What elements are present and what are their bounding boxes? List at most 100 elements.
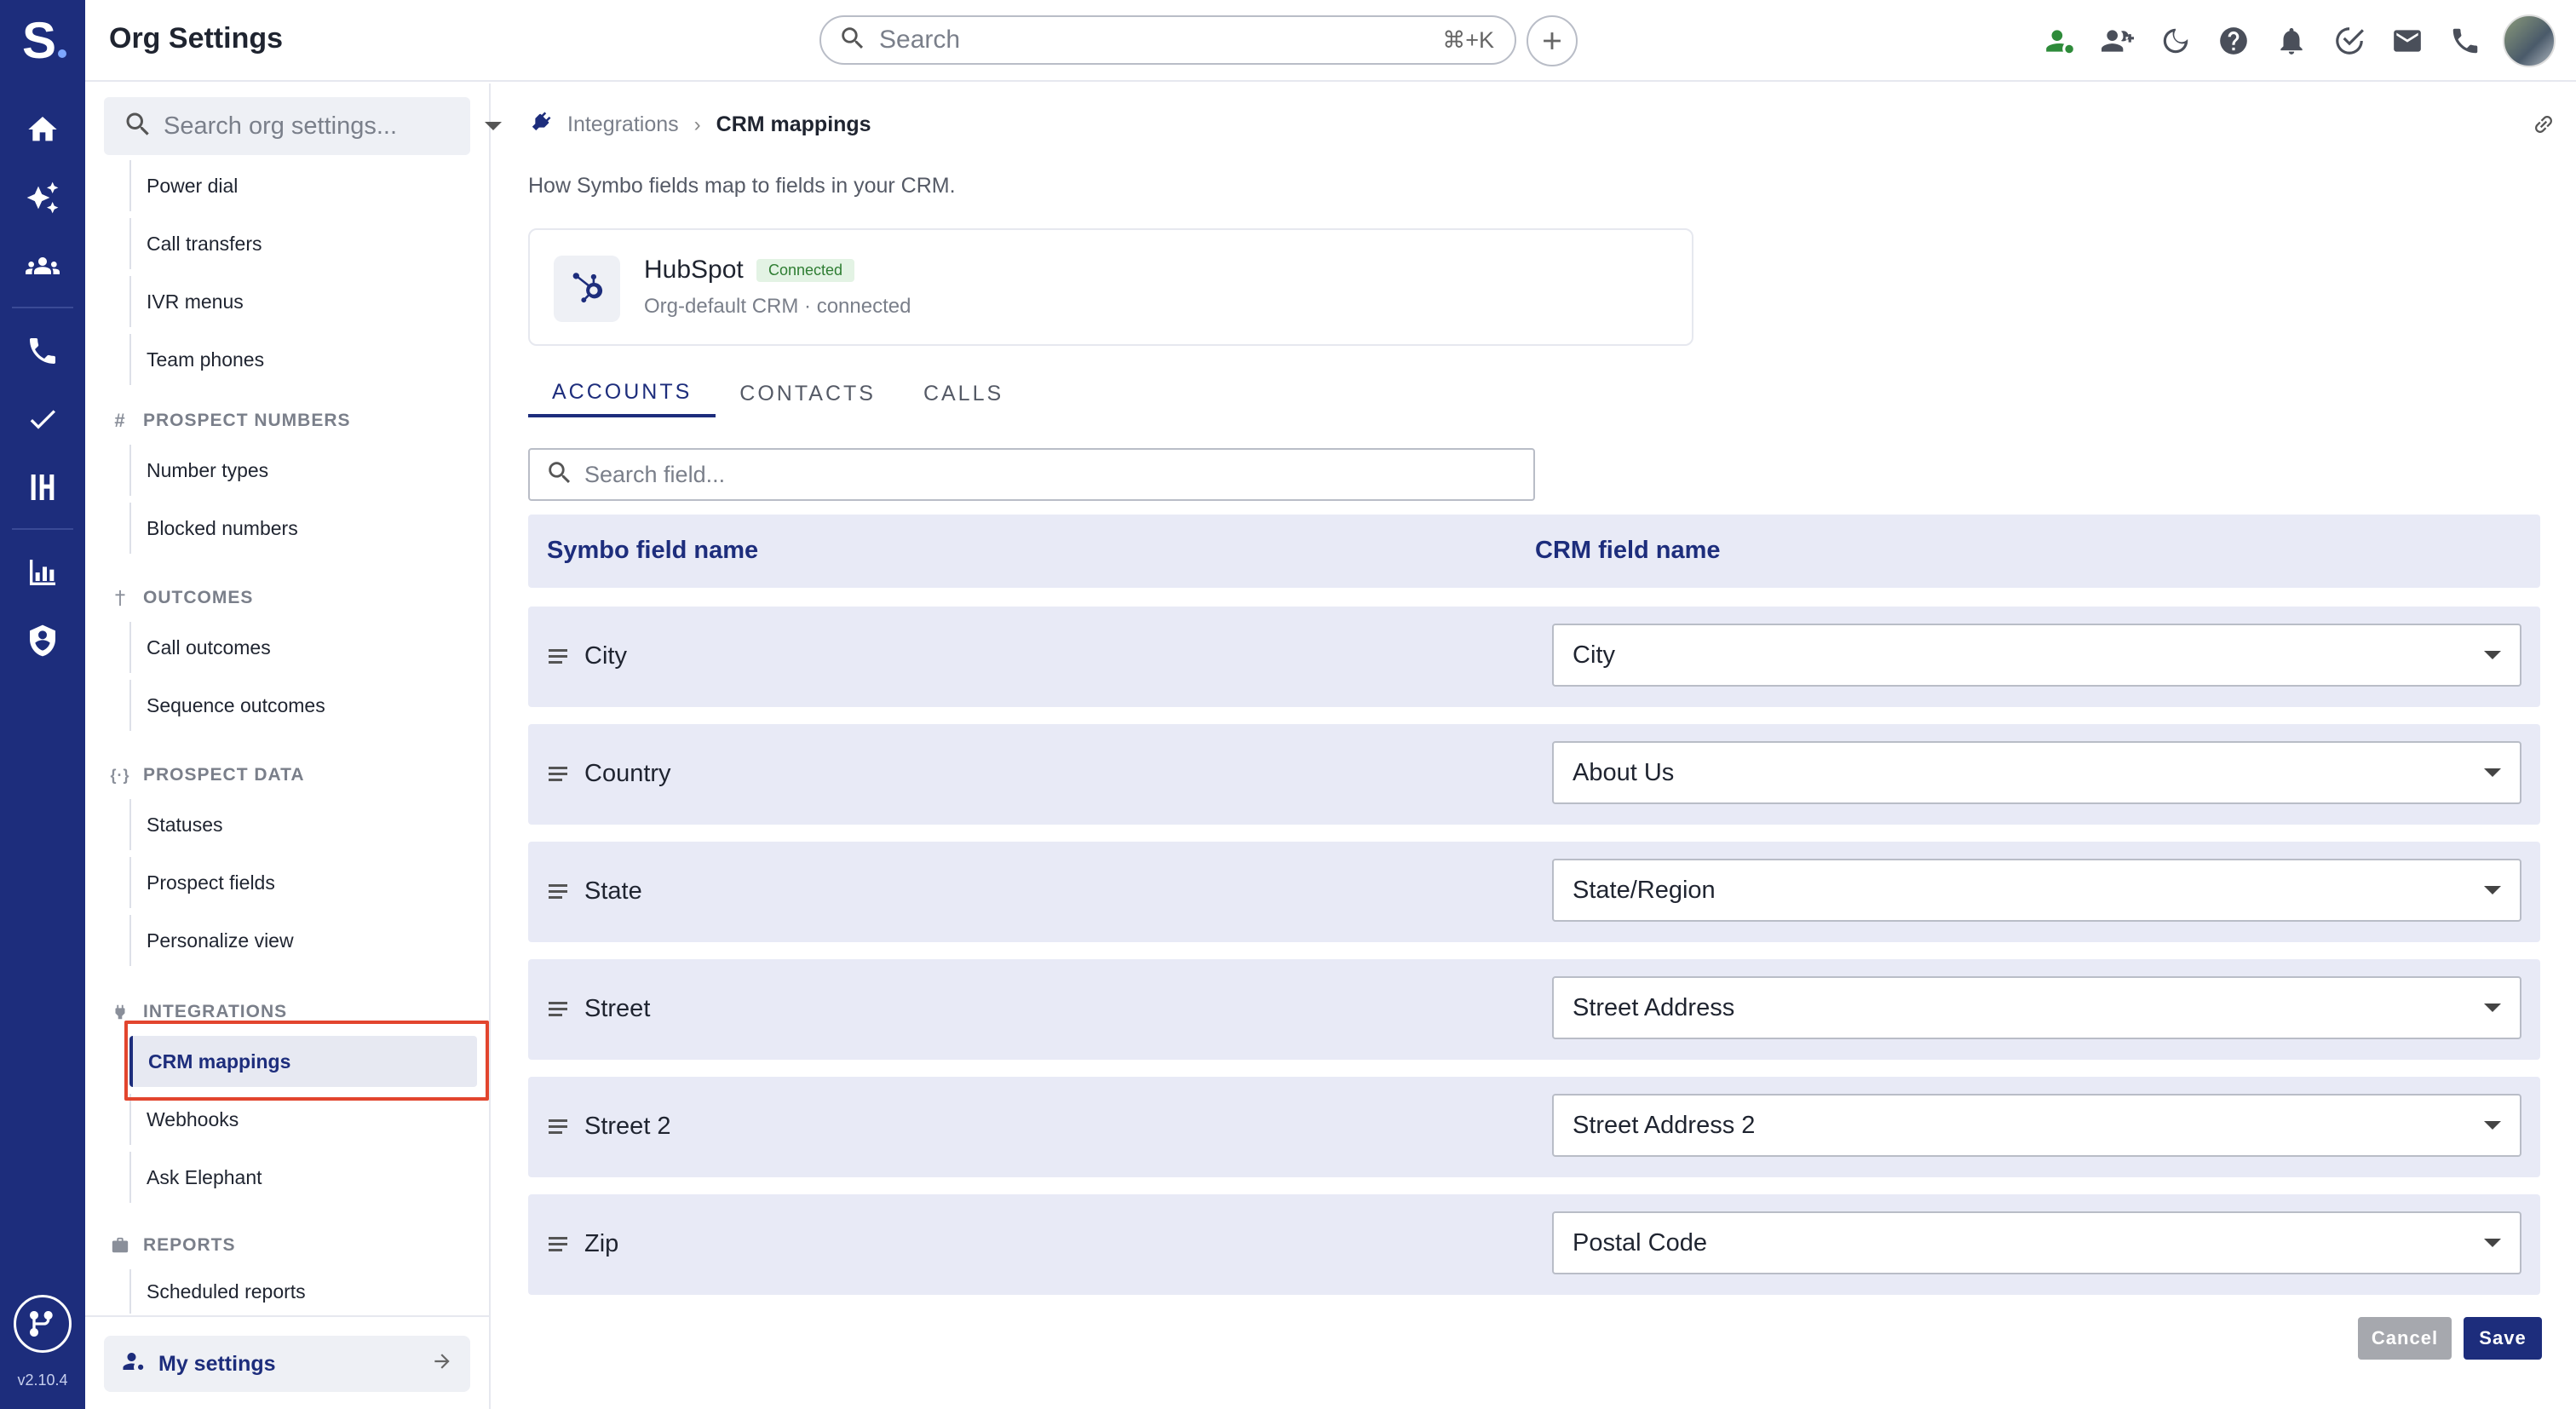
check-icon[interactable] — [24, 400, 61, 438]
save-button[interactable]: Save — [2464, 1317, 2542, 1360]
table-row: Street Street Address — [528, 959, 2540, 1060]
drag-handle-icon[interactable] — [549, 884, 567, 902]
sparkles-icon[interactable] — [24, 179, 61, 216]
drag-handle-icon[interactable] — [549, 1237, 567, 1255]
sequences-icon[interactable] — [24, 469, 61, 506]
drag-handle-icon[interactable] — [549, 767, 567, 785]
breadcrumb-integrations[interactable]: Integrations — [567, 112, 679, 137]
tasks-icon[interactable] — [2320, 14, 2378, 68]
org-settings-search-input[interactable] — [164, 112, 485, 141]
section-reports: REPORTS — [109, 1230, 236, 1261]
braces-icon: {·} — [110, 766, 130, 784]
sidebar-item-ask-elephant[interactable]: Ask Elephant — [129, 1152, 479, 1203]
app-version: v2.10.4 — [17, 1372, 68, 1389]
crm-field-select[interactable]: City — [1552, 624, 2521, 687]
table-row: Country About Us — [528, 724, 2540, 825]
table-row: City City — [528, 607, 2540, 707]
sidebar-divider — [85, 1315, 491, 1317]
sidebar-item-sequence-outcomes[interactable]: Sequence outcomes — [129, 680, 479, 731]
dark-mode-icon[interactable] — [2147, 14, 2205, 68]
symbo-field-name: Country — [584, 760, 671, 787]
crm-field-select[interactable]: State/Region — [1552, 859, 2521, 922]
org-settings-search[interactable] — [104, 97, 502, 155]
search-icon — [838, 24, 867, 57]
crm-field-select[interactable]: Street Address 2 — [1552, 1094, 2521, 1157]
sidebar-item-ivr-menus[interactable]: IVR menus — [129, 276, 479, 327]
phone-icon[interactable] — [24, 332, 61, 370]
breadcrumb: Integrations › CRM mappings — [528, 109, 871, 141]
shield-icon[interactable] — [24, 622, 61, 659]
field-search[interactable] — [528, 448, 1535, 501]
cancel-button[interactable]: Cancel — [2358, 1317, 2452, 1360]
breadcrumb-current: CRM mappings — [716, 112, 871, 136]
sidebar-item-power-dial[interactable]: Power dial — [129, 160, 479, 211]
symbo-field-name: State — [584, 877, 642, 905]
team-icon[interactable] — [24, 247, 61, 285]
notifications-icon[interactable] — [2263, 14, 2320, 68]
plus-icon — [1544, 32, 1561, 49]
home-icon[interactable] — [24, 111, 61, 148]
search-icon — [123, 109, 153, 144]
help-icon[interactable] — [2205, 14, 2263, 68]
crm-field-select[interactable]: Street Address — [1552, 976, 2521, 1039]
chevron-down-icon — [2484, 768, 2501, 777]
page-title: Org Settings — [109, 22, 284, 55]
sidebar-item-call-transfers[interactable]: Call transfers — [129, 218, 479, 269]
sidebar-item-call-outcomes[interactable]: Call outcomes — [129, 622, 479, 673]
page-subtitle: How Symbo fields map to fields in your C… — [528, 174, 956, 198]
crm-card: HubSpot Connected Org-default CRM · conn… — [528, 228, 1693, 346]
add-button[interactable] — [1527, 15, 1578, 66]
user-settings-icon — [121, 1349, 147, 1380]
crm-name: HubSpot — [644, 256, 744, 284]
avatar[interactable] — [2503, 14, 2556, 67]
left-rail: S v2.10.4 — [0, 0, 85, 1409]
chevron-down-icon — [2484, 1004, 2501, 1012]
column-header-symbo: Symbo field name — [547, 537, 759, 564]
drag-handle-icon[interactable] — [549, 649, 567, 667]
my-settings-button[interactable]: My settings — [104, 1336, 470, 1392]
drag-handle-icon[interactable] — [549, 1119, 567, 1137]
tabs: ACCOUNTS CONTACTS CALLS — [528, 370, 1027, 417]
tab-contacts[interactable]: CONTACTS — [716, 370, 900, 417]
global-search-input[interactable] — [879, 26, 1443, 55]
sidebar-item-personalize-view[interactable]: Personalize view — [129, 915, 479, 966]
crm-field-select[interactable]: About Us — [1552, 741, 2521, 804]
chevron-down-icon — [2484, 1239, 2501, 1247]
chevron-down-icon — [2484, 1121, 2501, 1130]
tab-accounts[interactable]: ACCOUNTS — [528, 370, 716, 417]
tab-calls[interactable]: CALLS — [900, 370, 1027, 417]
workflow-icon[interactable] — [14, 1295, 72, 1353]
dialer-icon[interactable] — [2436, 14, 2494, 68]
global-search[interactable]: ⌘+K — [819, 15, 1516, 65]
drag-handle-icon[interactable] — [549, 1002, 567, 1020]
symbo-field-name: Street — [584, 995, 651, 1022]
sidebar-item-statuses[interactable]: Statuses — [129, 799, 479, 850]
report-icon — [109, 1236, 131, 1255]
column-header-crm: CRM field name — [1535, 537, 1721, 564]
selection-highlight — [124, 1021, 489, 1101]
sidebar-item-scheduled-reports[interactable]: Scheduled reports — [129, 1269, 479, 1314]
crm-field-select[interactable]: Postal Code — [1552, 1211, 2521, 1274]
chevron-down-icon — [2484, 886, 2501, 894]
arrow-right-icon — [431, 1350, 453, 1378]
presence-icon[interactable] — [2031, 14, 2089, 68]
sidebar-item-webhooks[interactable]: Webhooks — [129, 1094, 479, 1145]
settings-sidebar: Power dial Call transfers IVR menus Team… — [85, 83, 502, 1409]
sidebar-item-team-phones[interactable]: Team phones — [129, 334, 479, 385]
sidebar-item-prospect-fields[interactable]: Prospect fields — [129, 857, 479, 908]
sidebar-item-blocked-numbers[interactable]: Blocked numbers — [129, 503, 479, 554]
symbo-field-name: City — [584, 642, 627, 670]
symbo-logo[interactable]: S — [22, 15, 67, 66]
field-search-input[interactable] — [584, 461, 1518, 488]
link-icon[interactable] — [2532, 112, 2556, 141]
analytics-icon[interactable] — [24, 554, 61, 591]
invite-users-icon[interactable] — [2089, 14, 2147, 68]
sidebar-item-number-types[interactable]: Number types — [129, 445, 479, 496]
crm-description: Org-default CRM · connected — [644, 295, 911, 318]
status-badge: Connected — [756, 259, 855, 282]
section-prospect-numbers: # PROSPECT NUMBERS — [109, 405, 351, 436]
search-shortcut: ⌘+K — [1442, 26, 1494, 53]
table-row: Zip Postal Code — [528, 1194, 2540, 1295]
mail-icon[interactable] — [2378, 14, 2436, 68]
symbo-field-name: Zip — [584, 1230, 619, 1257]
